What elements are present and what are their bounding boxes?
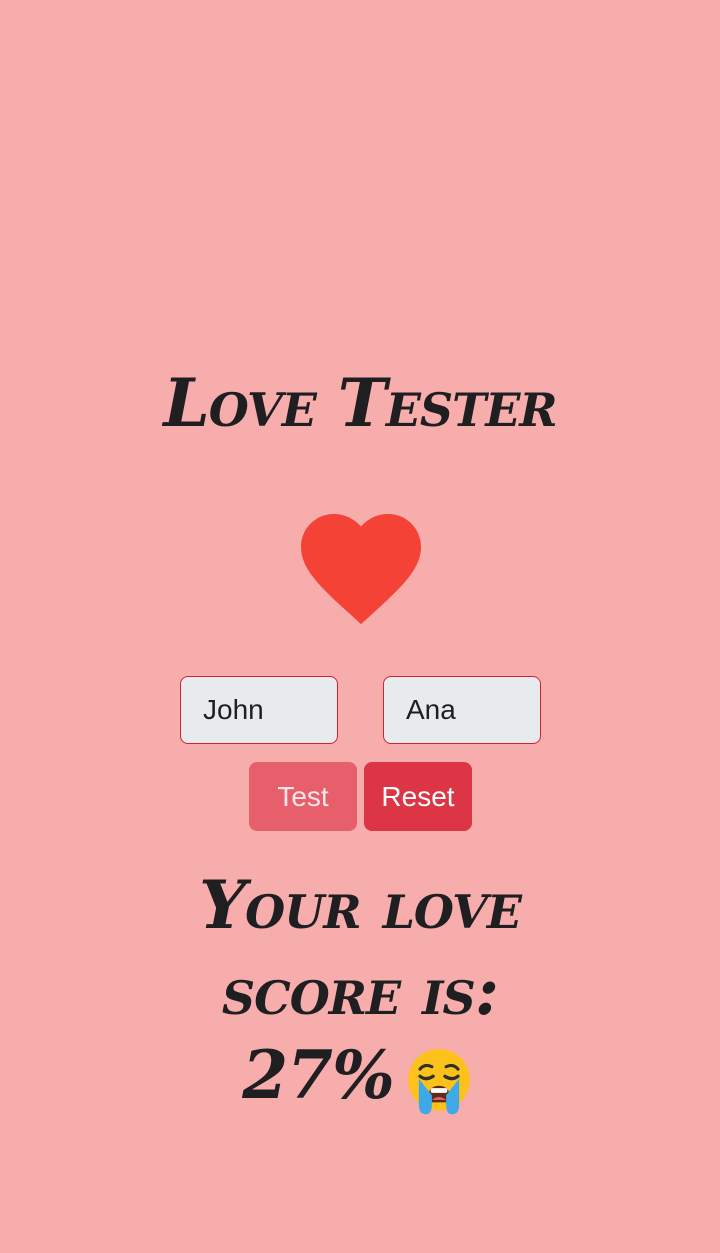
reset-button[interactable]: Reset (364, 762, 472, 831)
second-name-input[interactable] (383, 676, 541, 744)
result-text-line-2: score is: (221, 952, 499, 1030)
page-title: Love Tester (163, 364, 557, 442)
score-value: 27% (242, 1036, 395, 1114)
score-line: 27% (0, 1040, 720, 1119)
result-text-line-1: Your love (199, 866, 522, 944)
result-section: Your love score is: 27% (0, 862, 720, 1119)
test-button[interactable]: Test (249, 762, 357, 831)
crying-face-icon (407, 1048, 470, 1115)
heart-icon (301, 514, 421, 625)
first-name-input[interactable] (180, 676, 338, 744)
